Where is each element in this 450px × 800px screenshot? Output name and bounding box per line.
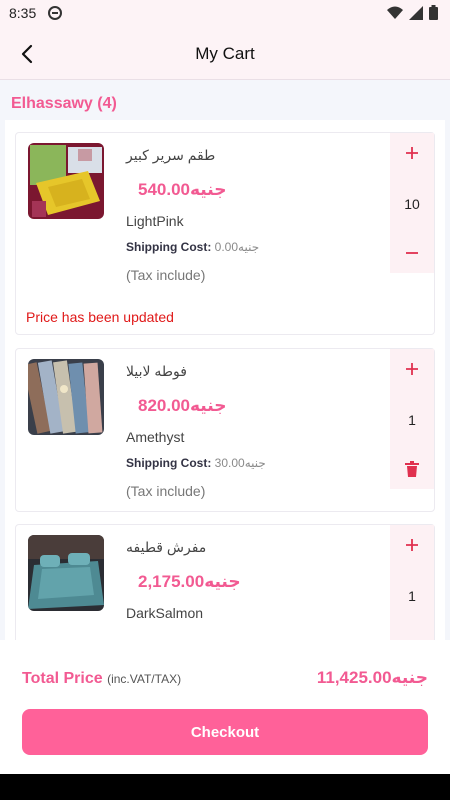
total-label: Total Price (inc.VAT/TAX) <box>22 670 181 688</box>
trash-icon <box>405 461 419 477</box>
product-image[interactable] <box>28 535 104 611</box>
quantity-value: 1 <box>408 588 416 604</box>
checkout-button[interactable]: Checkout <box>22 709 428 755</box>
shipping-cost: Shipping Cost: 30.00جنيه <box>126 456 266 470</box>
product-name[interactable]: طقم سرير كبير <box>126 147 215 164</box>
delete-button[interactable] <box>390 451 434 487</box>
status-time: 8:35 <box>9 5 37 21</box>
total-price: 11,425.00جنيه <box>316 668 428 687</box>
cart-list: طقم سرير كبير 540.00جنيه LightPink Shipp… <box>5 120 445 665</box>
total-note: (inc.VAT/TAX) <box>107 672 182 686</box>
dnd-icon <box>48 6 62 20</box>
shipping-value: 0.00جنيه <box>214 240 260 254</box>
seller-name: Elhassawy <box>11 95 93 112</box>
seller-header: Elhassawy (4) <box>11 95 117 113</box>
shipping-label: Shipping Cost: <box>126 240 212 254</box>
cart-item[interactable]: فوطه لابيلا 820.00جنيه Amethyst Shipping… <box>15 348 435 512</box>
wifi-icon <box>387 6 403 19</box>
product-price: 820.00جنيه <box>138 396 227 415</box>
product-price: 2,175.00جنيه <box>138 572 241 591</box>
product-image[interactable] <box>28 359 104 435</box>
app-bar: My Cart <box>0 28 450 80</box>
seller-count: (4) <box>97 95 117 112</box>
product-color: LightPink <box>126 213 184 229</box>
quantity-value: 10 <box>404 196 420 212</box>
shipping-label: Shipping Cost: <box>126 456 212 470</box>
tax-note: (Tax include) <box>126 483 206 499</box>
price-updated-warning: Price has been updated <box>26 309 174 325</box>
product-color: DarkSalmon <box>126 605 204 621</box>
plus-icon <box>406 147 418 159</box>
screen: 8:35 My Cart Elhassawy (4) طقم سرير كبير… <box>0 0 450 774</box>
minus-icon <box>406 252 418 254</box>
product-price: 540.00جنيه <box>138 180 227 199</box>
total-label-text: Total Price <box>22 670 103 687</box>
plus-icon <box>406 363 418 375</box>
page-title: My Cart <box>195 44 255 63</box>
checkout-panel: Total Price (inc.VAT/TAX) 11,425.00جنيه … <box>0 640 450 774</box>
increment-button[interactable] <box>390 527 434 563</box>
product-name[interactable]: مفرش قطيفه <box>126 539 206 556</box>
quantity-stepper: 10 <box>390 133 434 273</box>
product-image[interactable] <box>28 143 104 219</box>
status-bar: 8:35 <box>0 0 450 28</box>
quantity-stepper: 1 <box>390 349 434 489</box>
shipping-value: 30.00جنيه <box>214 456 266 470</box>
system-icons <box>387 5 438 20</box>
decrement-button[interactable] <box>390 235 434 271</box>
product-color: Amethyst <box>126 429 185 445</box>
tax-note: (Tax include) <box>126 267 206 283</box>
increment-button[interactable] <box>390 351 434 387</box>
battery-icon <box>429 5 438 20</box>
shipping-cost: Shipping Cost: 0.00جنيه <box>126 240 259 254</box>
quantity-value: 1 <box>408 412 416 428</box>
cart-item[interactable]: طقم سرير كبير 540.00جنيه LightPink Shipp… <box>15 132 435 335</box>
system-nav-bar <box>0 774 450 800</box>
plus-icon <box>406 539 418 551</box>
product-name[interactable]: فوطه لابيلا <box>126 363 187 380</box>
increment-button[interactable] <box>390 135 434 171</box>
signal-icon <box>409 5 423 20</box>
